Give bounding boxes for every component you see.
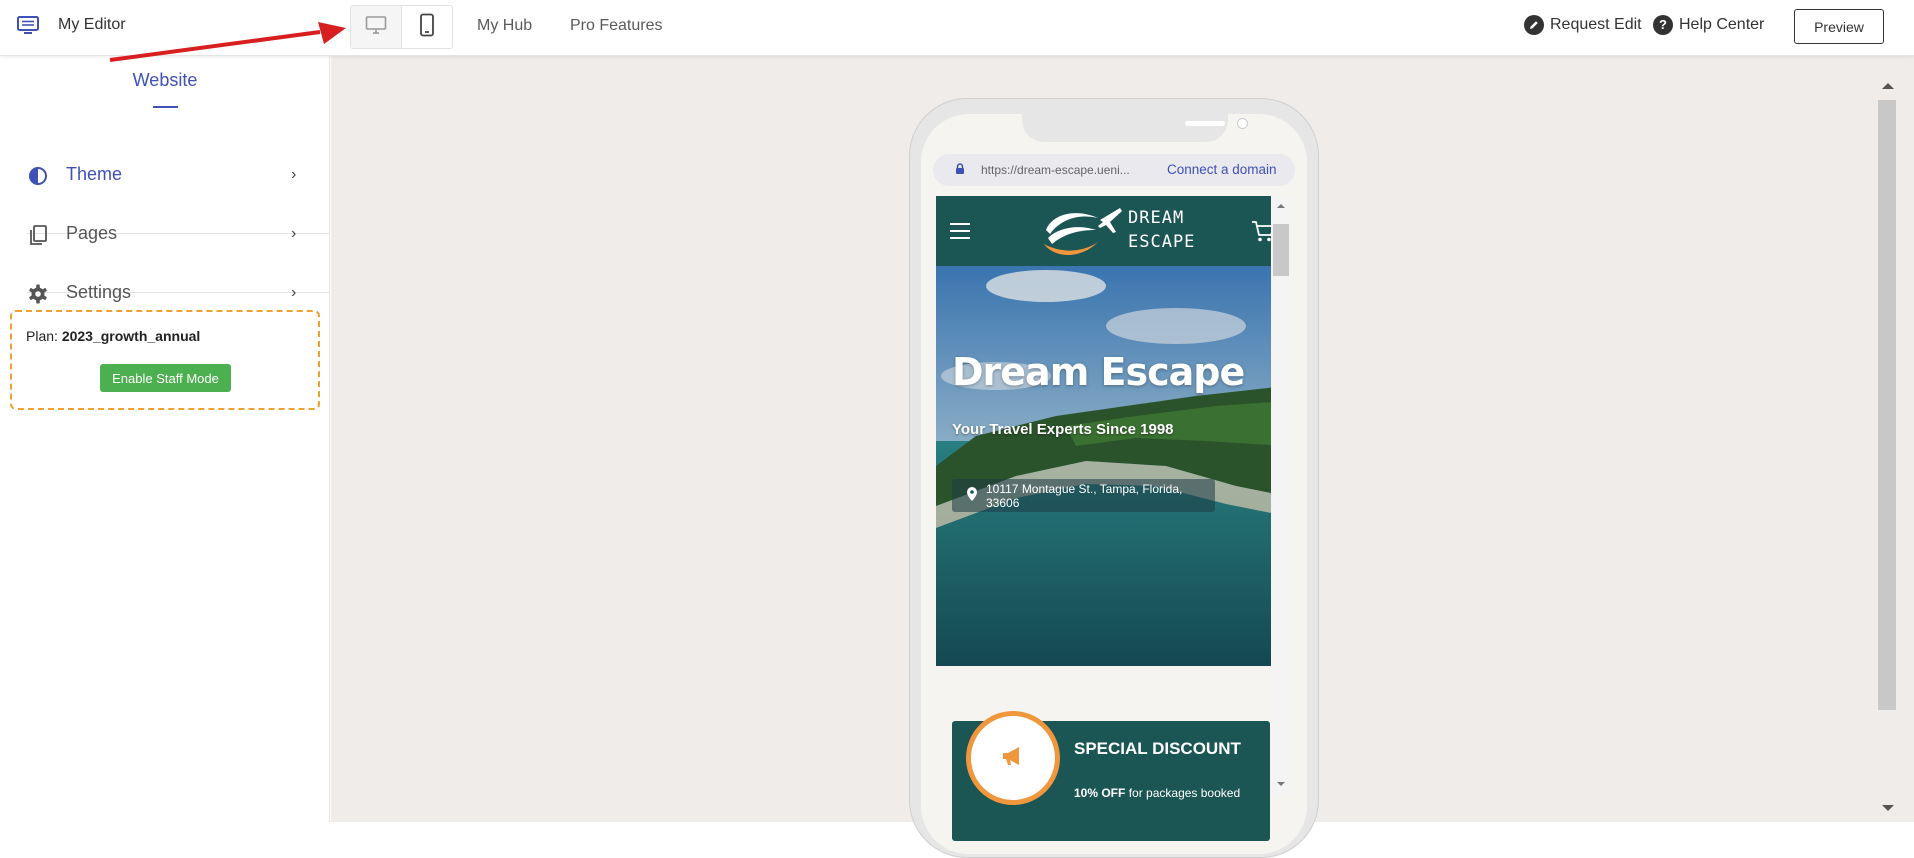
phone-mockup: https://dream-escape.ueni... Connect a d… xyxy=(909,98,1319,858)
hamburger-menu-icon[interactable] xyxy=(950,223,970,239)
url-bar: https://dream-escape.ueni... Connect a d… xyxy=(933,154,1295,186)
canvas-scrollbar[interactable] xyxy=(1876,78,1896,822)
annotation-arrow xyxy=(109,22,346,62)
hero-title: Dream Escape xyxy=(952,350,1245,394)
plan-box: Plan: 2023_growth_annual Enable Staff Mo… xyxy=(10,310,320,410)
discount-text: 10% OFF for packages booked xyxy=(1074,786,1240,800)
sidebar-item-label: Settings xyxy=(66,282,132,302)
desktop-view-button[interactable] xyxy=(351,6,402,48)
sidebar: Website Theme › Pages › Settings › Plan:… xyxy=(0,56,330,822)
logo-line-1: DREAM xyxy=(1128,208,1185,228)
scroll-down-icon[interactable] xyxy=(1878,802,1898,814)
discount-amount: 10% OFF xyxy=(1074,786,1126,800)
discount-card: SPECIAL DISCOUNT 10% OFF for packages bo… xyxy=(952,711,1270,841)
plan-info: Plan: 2023_growth_annual xyxy=(26,328,200,344)
site-preview: DREAM ESCAPE Dream Escape Your Travel Ex… xyxy=(936,196,1286,854)
enable-staff-mode-button[interactable]: Enable Staff Mode xyxy=(100,364,231,392)
chevron-right-icon: › xyxy=(291,284,297,301)
phone-screen: https://dream-escape.ueni... Connect a d… xyxy=(921,114,1307,854)
hero-subtitle: Your Travel Experts Since 1998 xyxy=(952,421,1174,438)
scroll-down-icon[interactable] xyxy=(1271,778,1291,790)
site-logo-text: DREAM ESCAPE xyxy=(1128,206,1195,254)
site-url: https://dream-escape.ueni... xyxy=(981,163,1130,177)
phone-speaker xyxy=(1185,121,1225,126)
sidebar-item-label: Theme xyxy=(66,164,123,184)
editor-monitor-icon xyxy=(17,15,39,35)
discount-badge xyxy=(966,711,1060,805)
mobile-view-button[interactable] xyxy=(402,6,452,48)
request-edit-link[interactable]: Request Edit xyxy=(1524,14,1642,36)
help-center-label: Help Center xyxy=(1679,16,1765,33)
location-pin-icon xyxy=(967,487,977,504)
preview-button[interactable]: Preview xyxy=(1794,9,1884,44)
pages-icon xyxy=(27,224,49,246)
discount-title: SPECIAL DISCOUNT xyxy=(1074,739,1241,758)
scroll-up-icon[interactable] xyxy=(1271,200,1291,212)
device-toggle xyxy=(350,5,453,49)
address-text: 10117 Montague St., Tampa, Florida, 3360… xyxy=(986,481,1183,510)
plan-prefix: Plan: xyxy=(26,328,58,344)
request-edit-label: Request Edit xyxy=(1550,16,1642,33)
address-pill[interactable]: 10117 Montague St., Tampa, Florida, 3360… xyxy=(952,479,1215,512)
theme-contrast-icon xyxy=(27,165,49,187)
plane-logo-icon xyxy=(1044,208,1122,255)
desktop-icon xyxy=(365,15,387,40)
hero-section: Dream Escape Your Travel Experts Since 1… xyxy=(936,266,1286,666)
chevron-right-icon: › xyxy=(291,225,297,242)
sidebar-item-label: Pages xyxy=(66,223,118,243)
phone-camera xyxy=(1237,118,1248,129)
pencil-icon xyxy=(1524,15,1544,35)
site-header: DREAM ESCAPE xyxy=(936,196,1286,266)
tab-indicator xyxy=(153,106,178,108)
phone-scrollbar[interactable] xyxy=(1271,196,1291,796)
nav-my-hub[interactable]: My Hub xyxy=(477,16,532,36)
tab-website[interactable]: Website xyxy=(0,70,330,91)
scrollbar-thumb[interactable] xyxy=(1878,100,1896,710)
hero-background-image xyxy=(936,266,1286,666)
megaphone-icon xyxy=(1000,745,1026,772)
scroll-up-icon[interactable] xyxy=(1878,80,1898,92)
lock-icon xyxy=(955,163,965,178)
sidebar-item-pages[interactable]: Pages › xyxy=(0,205,330,263)
gear-icon xyxy=(27,283,49,305)
nav-pro-features[interactable]: Pro Features xyxy=(570,16,662,36)
connect-domain-link[interactable]: Connect a domain xyxy=(1167,162,1277,177)
mobile-phone-icon xyxy=(419,13,435,42)
phone-notch xyxy=(1022,114,1248,142)
help-center-link[interactable]: ? Help Center xyxy=(1653,14,1764,36)
help-icon: ? xyxy=(1653,15,1673,35)
discount-description: for packages booked xyxy=(1128,786,1241,800)
logo-line-2: ESCAPE xyxy=(1128,232,1196,252)
chevron-right-icon: › xyxy=(291,166,297,183)
sidebar-item-theme[interactable]: Theme › xyxy=(0,146,330,204)
plan-value: 2023_growth_annual xyxy=(61,328,201,344)
phone-scrollbar-thumb[interactable] xyxy=(1273,224,1289,276)
